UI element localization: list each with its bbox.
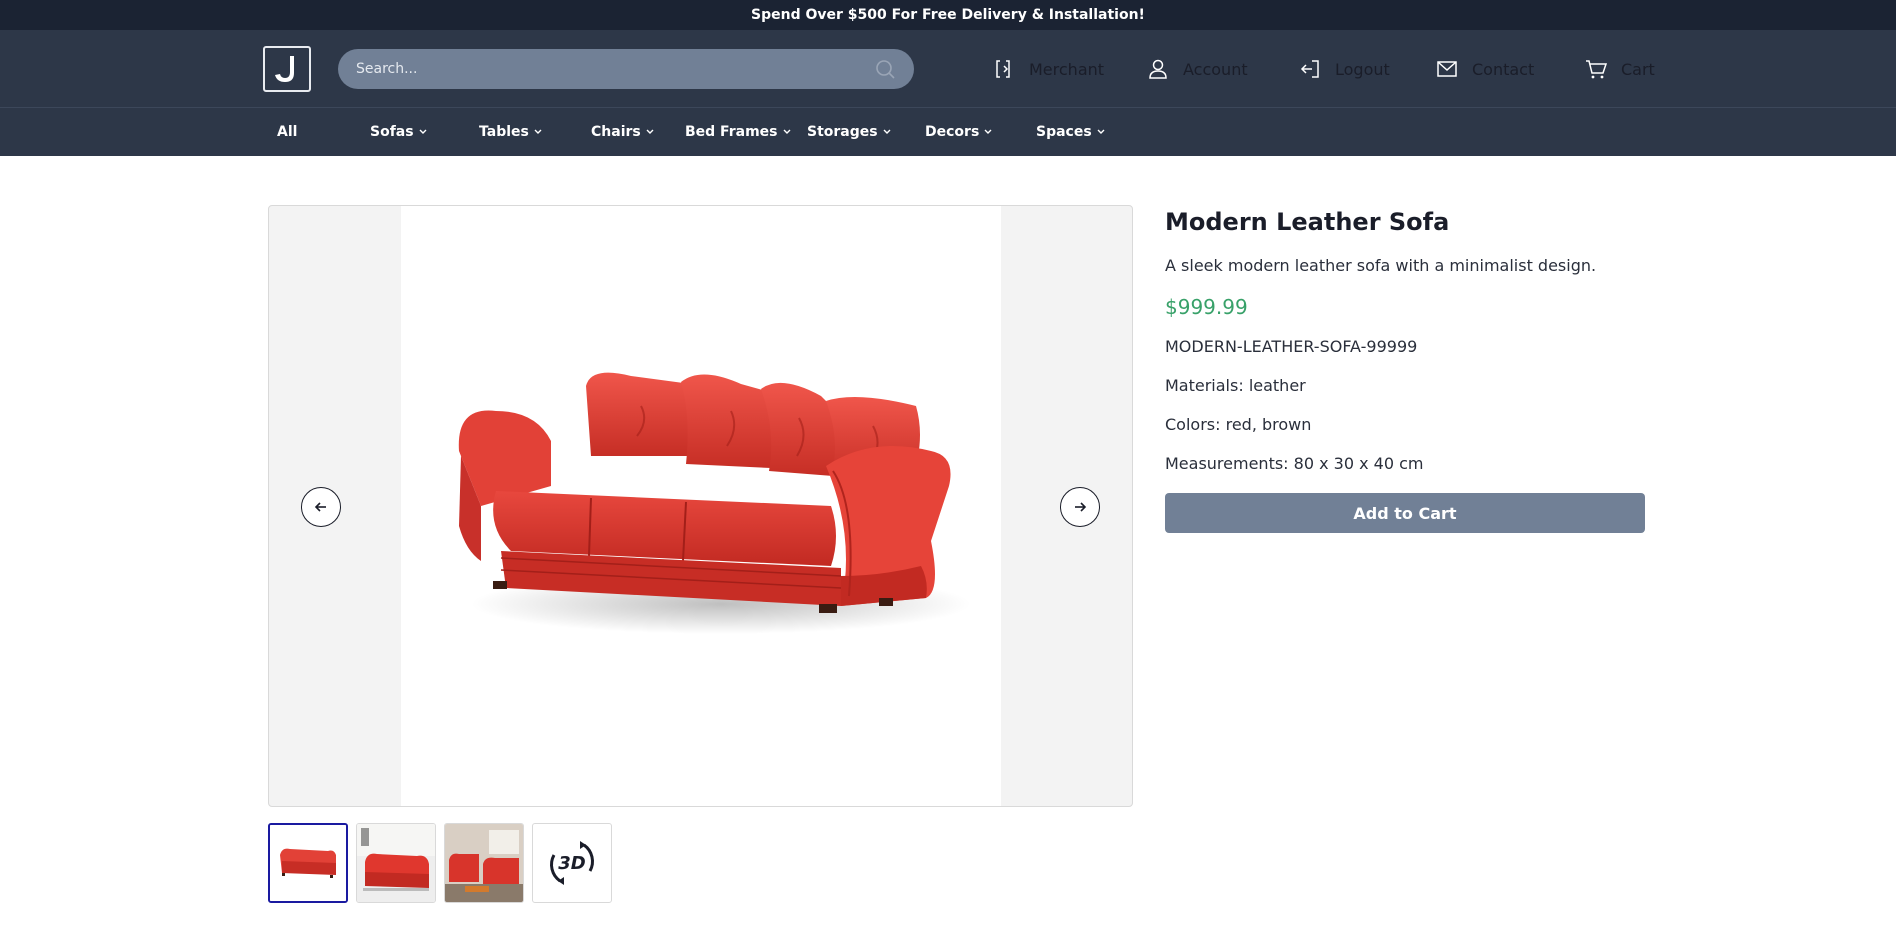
merchant-icon: [993, 58, 1015, 80]
cart-icon: [1585, 58, 1607, 80]
arrow-left-icon: [314, 502, 326, 512]
mail-icon: [1436, 58, 1458, 80]
product-gallery: [268, 205, 1133, 807]
cart-link[interactable]: Cart: [1585, 30, 1655, 108]
category-bed-frames[interactable]: Bed Frames: [685, 108, 792, 156]
chevron-down-icon: [645, 127, 655, 137]
site-header: Merchant Account Logout Contact Cart: [0, 30, 1896, 108]
category-nav: All Sofas Tables Chairs Bed Frames Stora…: [0, 108, 1896, 156]
account-label: Account: [1183, 59, 1248, 79]
category-label: All: [277, 124, 298, 140]
chevron-down-icon: [983, 127, 993, 137]
chevron-down-icon: [418, 127, 428, 137]
category-label: Chairs: [591, 124, 641, 140]
product-image-frame: [401, 206, 1001, 806]
product-details: Modern Leather Sofa A sleek modern leath…: [1165, 205, 1645, 533]
product-measurements: Measurements: 80 x 30 x 40 cm: [1165, 454, 1424, 473]
product-materials: Materials: leather: [1165, 376, 1306, 395]
logout-label: Logout: [1335, 59, 1390, 79]
category-label: Decors: [925, 124, 980, 140]
add-to-cart-button[interactable]: Add to Cart: [1165, 493, 1645, 533]
product-description: A sleek modern leather sofa with a minim…: [1165, 256, 1597, 275]
category-all[interactable]: All: [277, 108, 297, 156]
search-input[interactable]: [356, 61, 874, 77]
category-label: Spaces: [1036, 124, 1092, 140]
chevron-down-icon: [1096, 127, 1106, 137]
thumbnail-1[interactable]: [268, 823, 348, 903]
logout-link[interactable]: Logout: [1299, 30, 1390, 108]
category-label: Tables: [479, 124, 529, 140]
product-title: Modern Leather Sofa: [1165, 208, 1450, 236]
category-decors[interactable]: Decors: [925, 108, 993, 156]
category-chairs[interactable]: Chairs: [591, 108, 655, 156]
product-colors: Colors: red, brown: [1165, 415, 1312, 434]
account-link[interactable]: Account: [1147, 30, 1248, 108]
thumbnail-2[interactable]: [356, 823, 436, 903]
next-image-button[interactable]: [1060, 487, 1100, 527]
thumbnail-3[interactable]: [444, 823, 524, 903]
category-label: Bed Frames: [685, 124, 778, 140]
promo-text: Spend Over $500 For Free Delivery & Inst…: [751, 7, 1145, 23]
thumbnail-3d-view[interactable]: 3D: [532, 823, 612, 903]
thumbnail-image: [445, 824, 523, 902]
contact-label: Contact: [1472, 59, 1535, 79]
3d-label: 3D: [558, 853, 586, 874]
product-sku: MODERN-LEATHER-SOFA-99999: [1165, 337, 1418, 356]
logout-icon: [1299, 58, 1321, 80]
user-icon: [1147, 58, 1169, 80]
site-logo[interactable]: [263, 46, 311, 92]
search-bar: [338, 49, 914, 89]
arrow-right-icon: [1075, 502, 1087, 512]
search-icon[interactable]: [874, 58, 896, 80]
merchant-link[interactable]: Merchant: [993, 30, 1104, 108]
chevron-down-icon: [782, 127, 792, 137]
product-price: $999.99: [1165, 295, 1248, 319]
prev-image-button[interactable]: [301, 487, 341, 527]
thumbnail-strip: 3D: [268, 823, 612, 903]
category-spaces[interactable]: Spaces: [1036, 108, 1106, 156]
3d-rotate-icon: 3D: [550, 841, 594, 885]
contact-link[interactable]: Contact: [1436, 30, 1534, 108]
category-label: Storages: [807, 124, 878, 140]
product-image: [458, 372, 971, 634]
category-sofas[interactable]: Sofas: [370, 108, 428, 156]
chevron-down-icon: [533, 127, 543, 137]
chevron-down-icon: [882, 127, 892, 137]
thumbnail-image: [270, 825, 346, 901]
category-label: Sofas: [370, 124, 414, 140]
promo-bar: Spend Over $500 For Free Delivery & Inst…: [0, 0, 1896, 30]
category-storages[interactable]: Storages: [807, 108, 892, 156]
thumbnail-image: [357, 824, 435, 902]
logo-icon: [275, 56, 294, 82]
merchant-label: Merchant: [1029, 59, 1105, 79]
category-tables[interactable]: Tables: [479, 108, 543, 156]
cart-label: Cart: [1621, 59, 1655, 79]
